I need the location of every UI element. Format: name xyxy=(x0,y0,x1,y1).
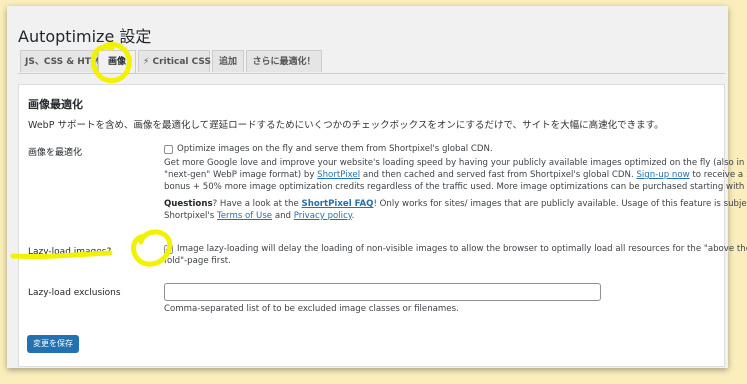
text: . xyxy=(351,211,355,221)
lazyload-text-line2: fold"-page first. xyxy=(164,256,231,266)
text: ? Have a look at the xyxy=(212,199,302,209)
exclusions-label: Lazy-load exclusions xyxy=(28,288,121,298)
lazyload-text-line1: Image lazy-loading will delay the loadin… xyxy=(177,244,747,254)
lazyload-checkbox[interactable] xyxy=(164,245,173,254)
text: ! Only works for sites/ images that are … xyxy=(373,199,747,209)
questions-label: Questions xyxy=(164,199,213,209)
exclusions-help: Comma-separated list of to be excluded i… xyxy=(164,304,459,314)
optimize-images-label: 画像を最適化 xyxy=(28,148,83,158)
optimize-body-line3: bonus + 50% more image optimization cred… xyxy=(164,182,747,192)
shortpixel-link[interactable]: ShortPixel xyxy=(317,170,360,180)
optimize-body-line2: "next-gen" WebP image format) by ShortPi… xyxy=(164,169,747,181)
tab-images[interactable]: 画像 xyxy=(98,50,136,74)
screenshot-frame: Autoptimize 設定 JS、CSS & HTML 画像 ⚡ Critic… xyxy=(7,6,747,368)
save-button[interactable]: 変更を保存 xyxy=(27,335,79,353)
tab-js-css-html[interactable]: JS、CSS & HTML xyxy=(20,50,106,72)
tab-critical-css[interactable]: ⚡ Critical CSS xyxy=(138,50,211,72)
text: and xyxy=(272,211,294,221)
optimize-images-checkbox[interactable] xyxy=(164,145,173,154)
text: to receive a 1 000 xyxy=(692,170,747,180)
tabs-divider xyxy=(18,73,725,74)
tab-label: Critical CSS xyxy=(152,57,211,67)
exclusions-input[interactable] xyxy=(164,283,601,301)
tab-label: 画像 xyxy=(107,57,126,67)
text: Shortpixel's xyxy=(164,211,217,221)
settings-panel: 画像最適化 WebP サポートを含め、画像を最適化して遅延ロードするためにいくつ… xyxy=(18,84,747,367)
tab-optimize-more[interactable]: さらに最適化！ xyxy=(246,50,322,72)
text: and then cached and served fast from Sho… xyxy=(360,170,637,180)
tab-label: 追加 xyxy=(218,57,237,67)
questions-line1: Questions? Have a look at the ShortPixel… xyxy=(164,198,747,210)
tab-label: さらに最適化！ xyxy=(252,57,316,67)
section-description: WebP サポートを含め、画像を最適化して遅延ロードするためにいくつかのチェック… xyxy=(28,120,664,131)
lazyload-label: Lazy-load images? xyxy=(28,247,112,257)
text: "next-gen" WebP image format) by xyxy=(164,170,318,180)
faq-link[interactable]: ShortPixel FAQ xyxy=(302,199,374,209)
questions-line2: Shortpixel's Terms of Use and Privacy po… xyxy=(164,210,354,222)
signup-link[interactable]: Sign-up now xyxy=(636,170,689,180)
optimize-images-checkbox-text: Optimize images on the fly and serve the… xyxy=(177,144,493,154)
tab-label: JS、CSS & HTML xyxy=(25,57,106,67)
privacy-link[interactable]: Privacy policy xyxy=(294,211,352,221)
terms-link[interactable]: Terms of Use xyxy=(217,211,272,221)
section-title: 画像最適化 xyxy=(28,98,83,111)
tab-extra[interactable]: 追加 xyxy=(212,50,244,72)
lightning-icon: ⚡ xyxy=(143,57,150,67)
page-title: Autoptimize 設定 xyxy=(18,27,152,46)
optimize-body-line1: Get more Google love and improve your we… xyxy=(164,158,747,168)
